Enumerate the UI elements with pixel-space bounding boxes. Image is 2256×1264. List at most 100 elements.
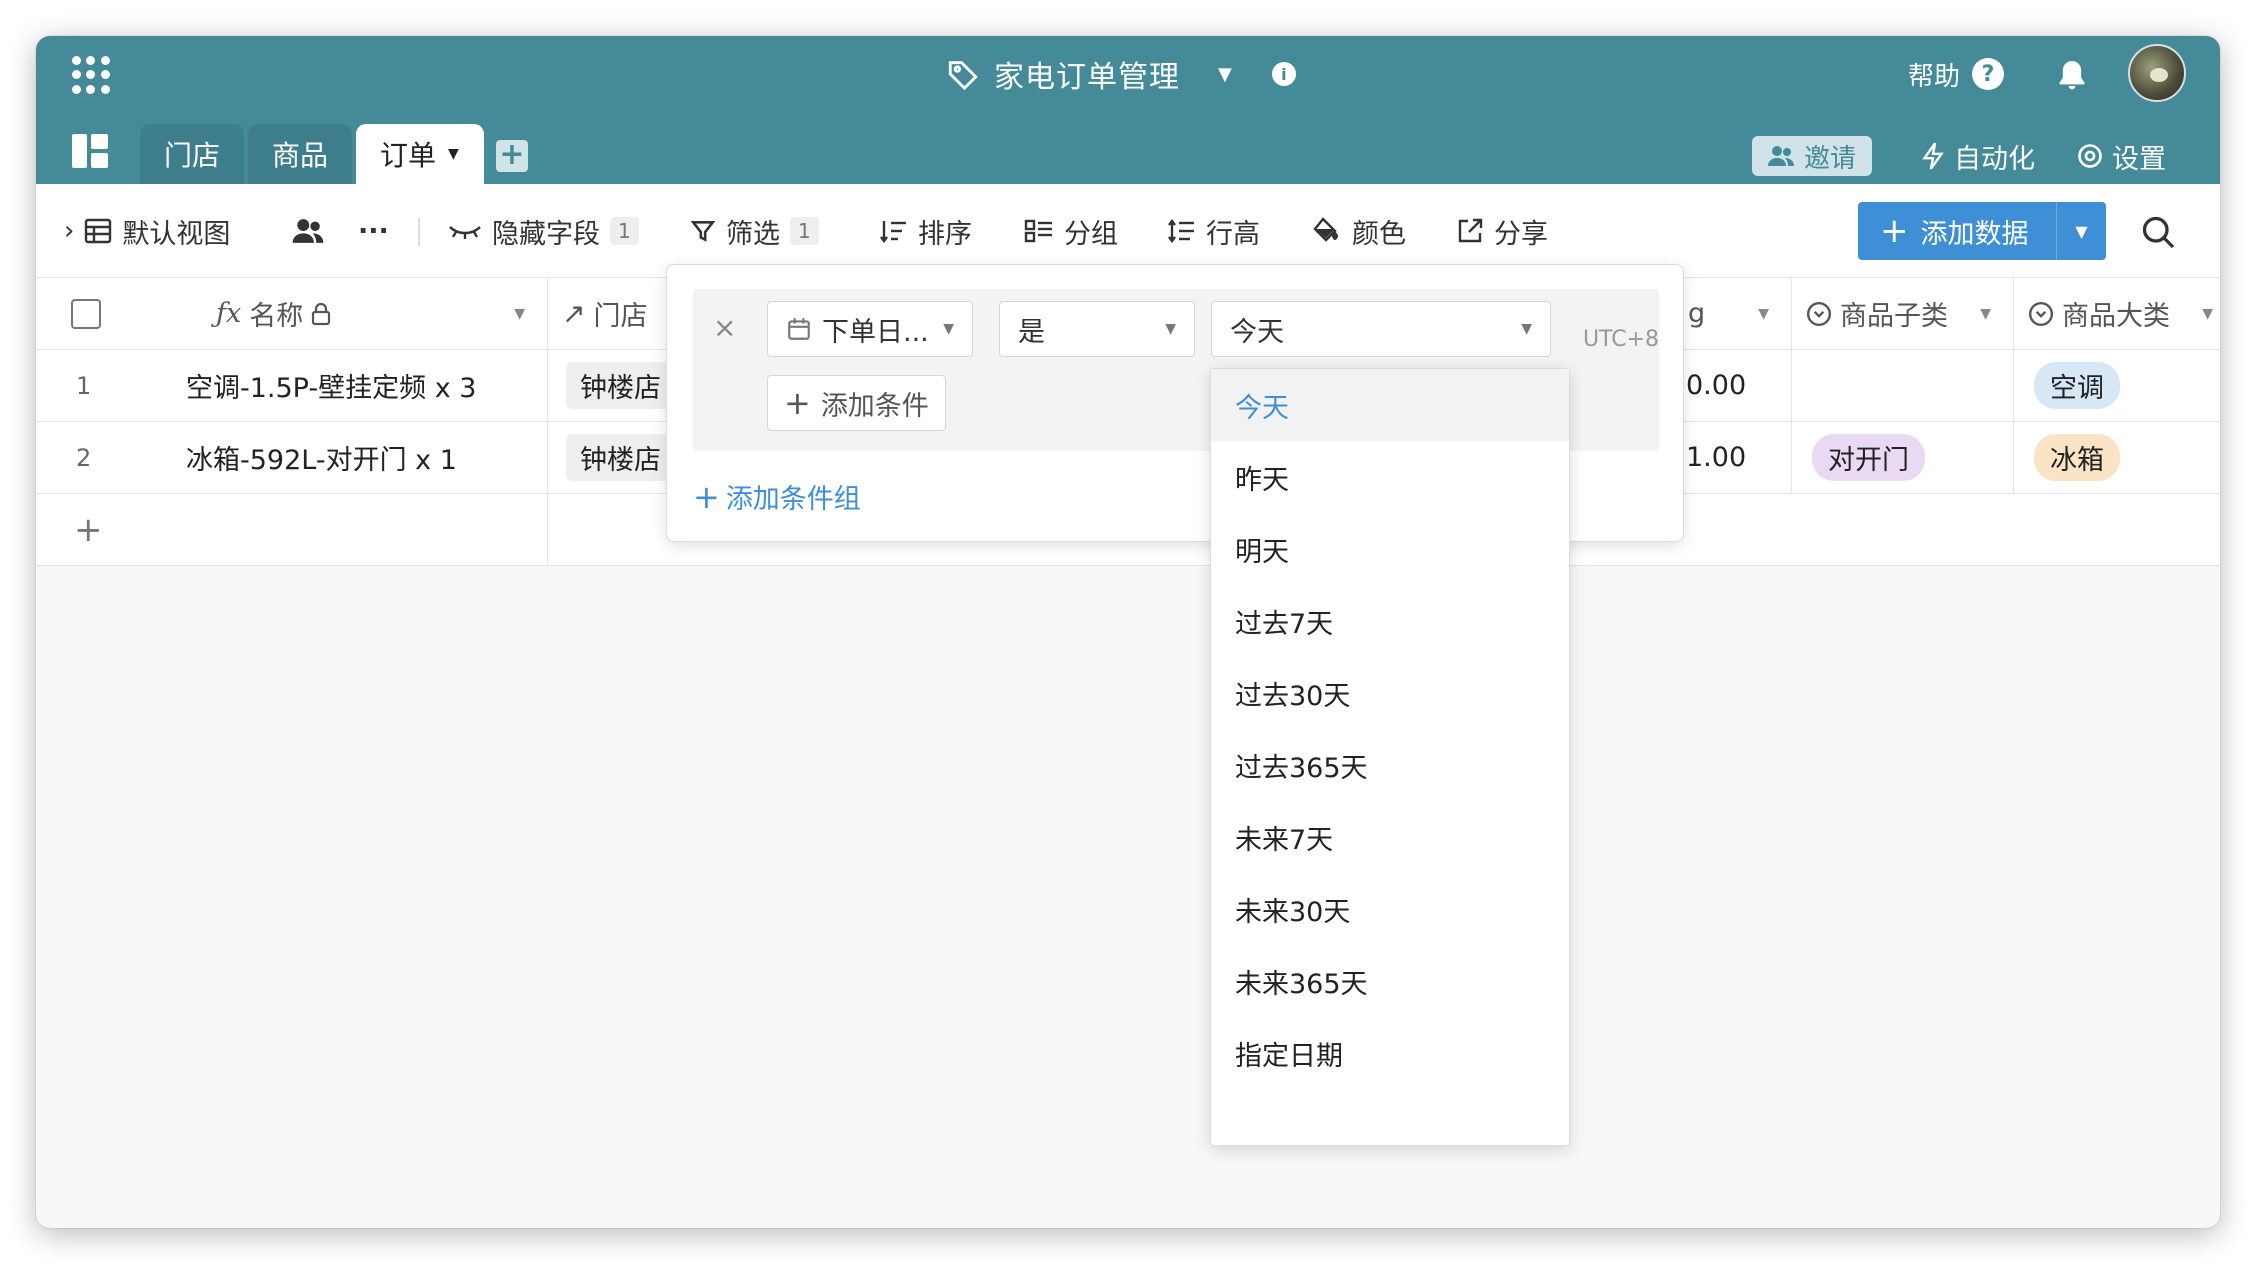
- option-past-30-days[interactable]: 过去30天: [1211, 657, 1569, 729]
- filter-count: 1: [790, 217, 819, 245]
- add-row-button[interactable]: +: [36, 494, 548, 565]
- tab-products[interactable]: 商品: [248, 124, 353, 184]
- chevron-right-icon[interactable]: ›: [64, 216, 74, 246]
- select-all-checkbox[interactable]: [71, 298, 101, 329]
- tab-label: 商品: [272, 139, 329, 172]
- filter-button[interactable]: 筛选 1: [690, 210, 819, 252]
- add-tab-button[interactable]: +: [496, 140, 528, 172]
- cell-text: 0.00: [1686, 370, 1747, 401]
- close-icon[interactable]: ×: [713, 311, 736, 344]
- add-data-main[interactable]: + 添加数据: [1858, 212, 2056, 251]
- cell-name[interactable]: 空调-1.5P-壁挂定频 x 3: [136, 350, 548, 421]
- chevron-down-icon[interactable]: ▼: [2056, 202, 2106, 260]
- cell-amount[interactable]: 0.00: [1684, 350, 1792, 421]
- app-window: 家电订单管理 ▼ i 帮助 ? 门店 商品 订单 ▼ + 邀请 自动化 设置 ›…: [36, 36, 2220, 1228]
- lock-icon: [312, 302, 331, 325]
- search-icon[interactable]: [2140, 214, 2176, 250]
- chevron-down-icon[interactable]: ▼: [514, 306, 525, 322]
- plus-icon: +: [693, 477, 720, 516]
- tab-label: 门店: [164, 139, 221, 172]
- option-next-365-days[interactable]: 未来365天: [1211, 945, 1569, 1017]
- chevron-down-icon[interactable]: ▼: [2202, 306, 2213, 322]
- cell-subcategory[interactable]: [1792, 350, 2014, 421]
- chevron-down-icon[interactable]: ▼: [1758, 306, 1769, 322]
- cell-name[interactable]: 冰箱-592L-对开门 x 1: [136, 422, 548, 493]
- users-icon: [292, 219, 324, 243]
- tab-orders[interactable]: 订单 ▼: [356, 124, 484, 184]
- gear-icon: [2078, 144, 2102, 168]
- cell-category[interactable]: 冰箱: [2014, 422, 2220, 493]
- share-icon: [1458, 218, 1483, 243]
- column-header-category[interactable]: 商品大类 ▼: [2014, 278, 2220, 349]
- sort-button[interactable]: 排序: [880, 210, 972, 252]
- group-label: 分组: [1064, 218, 1118, 250]
- chevron-down-icon[interactable]: ▼: [1980, 306, 1991, 322]
- color-label: 颜色: [1352, 218, 1406, 250]
- filter-icon: [690, 221, 716, 242]
- share-label: 分享: [1494, 218, 1548, 250]
- option-specific-date[interactable]: 指定日期: [1211, 1017, 1569, 1089]
- row-number: 2: [76, 443, 92, 472]
- field-select-label: 下单日...: [822, 316, 929, 348]
- cell-category[interactable]: 空调: [2014, 350, 2220, 421]
- add-condition-group-button[interactable]: + 添加条件组: [693, 477, 861, 516]
- cell-amount[interactable]: 1.00: [1684, 422, 1792, 493]
- chevron-down-icon[interactable]: ▼: [448, 146, 459, 162]
- option-tomorrow[interactable]: 明天: [1211, 513, 1569, 585]
- help-button[interactable]: 帮助 ?: [1908, 52, 2005, 96]
- info-icon[interactable]: i: [1271, 62, 1296, 86]
- eye-closed-icon: [449, 226, 481, 239]
- cell-subcategory[interactable]: 对开门: [1792, 422, 2014, 493]
- tab-stores[interactable]: 门店: [140, 124, 245, 184]
- chevron-down-icon[interactable]: ▼: [1218, 64, 1232, 85]
- value-select-label: 今天: [1230, 316, 1284, 348]
- filter-label: 筛选: [726, 218, 780, 250]
- column-header-subcategory[interactable]: 商品子类 ▼: [1792, 278, 2014, 349]
- operator-select-label: 是: [1018, 316, 1045, 348]
- view-switcher[interactable]: › 默认视图: [64, 210, 230, 252]
- option-next-30-days[interactable]: 未来30天: [1211, 873, 1569, 945]
- hide-fields-button[interactable]: 隐藏字段 1: [448, 210, 639, 252]
- automation-button[interactable]: 自动化: [1920, 134, 2035, 178]
- value-select[interactable]: 今天 ▼: [1211, 301, 1551, 357]
- table-icon: [85, 218, 112, 244]
- cell-text: 1.00: [1686, 442, 1747, 473]
- bell-icon[interactable]: [2052, 56, 2092, 96]
- settings-label: 设置: [2112, 143, 2166, 175]
- add-condition-button[interactable]: + 添加条件: [767, 375, 946, 431]
- option-next-7-days[interactable]: 未来7天: [1211, 801, 1569, 873]
- column-header-partial[interactable]: g ▼: [1684, 278, 1792, 349]
- app-grid-icon[interactable]: [72, 56, 110, 94]
- field-select[interactable]: 下单日... ▼: [767, 301, 973, 357]
- add-condition-label: 添加条件: [820, 390, 929, 422]
- operator-select[interactable]: 是 ▼: [999, 301, 1195, 357]
- option-today[interactable]: 今天: [1211, 369, 1569, 441]
- store-tag: 钟楼店: [566, 434, 675, 481]
- calendar-icon: [788, 318, 810, 340]
- automation-label: 自动化: [1954, 143, 2035, 175]
- share-button[interactable]: 分享: [1456, 210, 1548, 252]
- subcategory-tag: 对开门: [1812, 434, 1925, 481]
- option-past-365-days[interactable]: 过去365天: [1211, 729, 1569, 801]
- column-label: 商品子类: [1840, 301, 1948, 332]
- color-button[interactable]: 颜色: [1312, 210, 1406, 252]
- add-data-button[interactable]: + 添加数据 ▼: [1858, 202, 2106, 260]
- collaborators-button[interactable]: [292, 210, 324, 252]
- option-yesterday[interactable]: 昨天: [1211, 441, 1569, 513]
- option-past-7-days[interactable]: 过去7天: [1211, 585, 1569, 657]
- tab-label: 订单: [380, 139, 437, 172]
- avatar[interactable]: [2128, 44, 2186, 102]
- settings-button[interactable]: 设置: [2076, 134, 2166, 178]
- group-button[interactable]: 分组: [1024, 210, 1118, 252]
- invite-button[interactable]: 邀请: [1752, 136, 1873, 176]
- more-button[interactable]: ···: [358, 210, 389, 252]
- select-circle-icon: [1806, 301, 1832, 326]
- app-title-area[interactable]: 家电订单管理 ▼ i: [946, 52, 1296, 96]
- column-header-name[interactable]: ƒx 名称 ▼: [136, 278, 548, 349]
- row-height-button[interactable]: 行高: [1168, 210, 1260, 252]
- layout-icon[interactable]: [72, 134, 108, 168]
- chevron-down-icon: ▼: [943, 321, 954, 337]
- top-bar: 家电订单管理 ▼ i 帮助 ? 门店 商品 订单 ▼ + 邀请 自动化 设置: [36, 36, 2220, 184]
- hide-fields-label: 隐藏字段: [492, 218, 600, 250]
- hide-fields-count: 1: [610, 217, 639, 245]
